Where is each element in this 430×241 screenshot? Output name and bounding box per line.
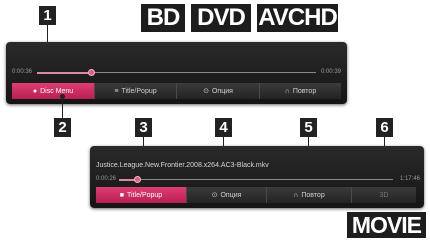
repeat-button-movie[interactable]: ∩ Повтор <box>266 187 351 203</box>
title-popup-button-movie[interactable]: ■ Title/Popup <box>96 187 186 203</box>
option-icon: ⊙ <box>211 192 218 199</box>
repeat-icon: ∩ <box>293 191 299 199</box>
bottom-button-row: ■ Title/Popup ⊙ Опция ∩ Повтор 3D <box>96 187 416 203</box>
disc-menu-label: Disc Menu <box>40 87 74 95</box>
option-label-movie: Опция <box>220 191 242 199</box>
disc-menu-button[interactable]: ● Disc Menu <box>12 83 94 99</box>
callout-2-line <box>62 98 63 118</box>
top-osd-panel: 0:00:36 0:00:39 ● Disc Menu ≡ Title/Popu… <box>6 42 347 104</box>
time-elapsed: 0:00:36 <box>12 69 33 75</box>
format-label-movie: MOVIE <box>346 212 426 238</box>
callout-2: 2 <box>54 118 71 137</box>
option-label: Опция <box>211 87 233 95</box>
progress-knob-movie[interactable] <box>134 176 141 183</box>
callout-4: 4 <box>215 118 232 137</box>
menu-list-icon: ≡ <box>114 87 119 95</box>
time-total: 0:00:39 <box>320 69 341 75</box>
callout-3: 3 <box>135 118 152 137</box>
option-button-movie[interactable]: ⊙ Опция <box>186 187 266 203</box>
title-popup-button[interactable]: ≡ Title/Popup <box>94 83 176 99</box>
callout-5: 5 <box>300 118 317 137</box>
callout-6: 6 <box>376 118 393 137</box>
time-elapsed-movie: 0:00:26 <box>96 176 117 182</box>
repeat-label: Повтор <box>292 87 317 95</box>
title-popup-label: Title/Popup <box>121 87 157 95</box>
format-label-bd: BD <box>141 4 185 32</box>
progress-fill <box>37 72 89 74</box>
progress-knob[interactable] <box>88 69 95 76</box>
time-total-movie: 1:17:46 <box>399 176 420 182</box>
format-label-avchd: AVCHD <box>257 4 338 32</box>
menu-list-icon: ■ <box>119 191 125 199</box>
callout-1: 1 <box>39 6 56 25</box>
disc-icon: ● <box>32 87 38 95</box>
3d-icon: 3D <box>379 191 389 199</box>
3d-button[interactable]: 3D <box>351 187 416 203</box>
progress-fill-movie <box>119 179 135 181</box>
format-label-dvd: DVD <box>191 4 251 32</box>
repeat-icon: ∩ <box>284 87 290 95</box>
progress-track-movie <box>135 179 393 180</box>
option-icon: ⊙ <box>203 88 209 95</box>
progress-track <box>89 72 316 73</box>
file-name: Justice.League.New.Frontier.2008.x264.AC… <box>96 162 269 169</box>
repeat-label-movie: Повтор <box>301 191 325 199</box>
option-button[interactable]: ⊙ Опция <box>176 83 259 99</box>
title-popup-label-movie: Title/Popup <box>127 191 163 199</box>
bottom-osd-panel: Justice.League.New.Frontier.2008.x264.AC… <box>90 146 424 208</box>
repeat-button[interactable]: ∩ Повтор <box>259 83 341 99</box>
